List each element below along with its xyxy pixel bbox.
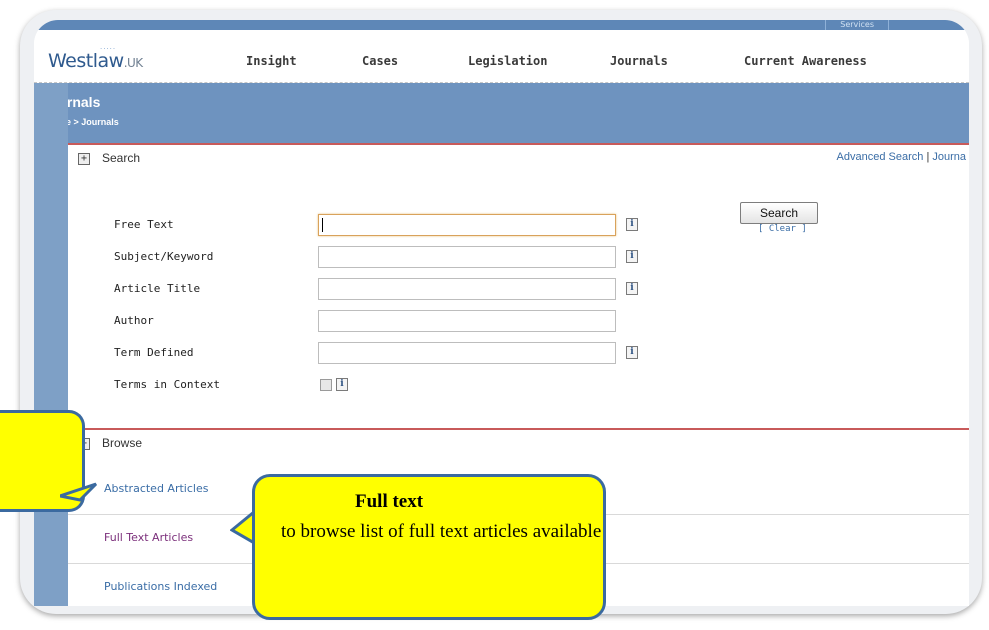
search-button[interactable]: Search: [740, 202, 818, 224]
subject-keyword-input[interactable]: [318, 246, 616, 268]
callout-body: to browse list of full text articles ava…: [281, 521, 602, 542]
term-defined-label: Term Defined: [114, 346, 194, 359]
search-form: Free Text i Subject/Keyword i Article Ti…: [68, 178, 969, 428]
abstracted-articles-link[interactable]: Abstracted Articles: [104, 482, 208, 495]
browse-header-row: + Browse: [68, 430, 969, 458]
publications-indexed-link[interactable]: Publications Indexed: [104, 580, 217, 593]
terms-in-context-checkbox[interactable]: [320, 379, 332, 391]
main-navigation: ····· Westlaw.UK Insight Cases Legislati…: [34, 30, 969, 90]
journals-link[interactable]: Journa: [932, 151, 966, 163]
expand-icon[interactable]: +: [78, 153, 90, 165]
full-text-articles-link[interactable]: Full Text Articles: [104, 531, 193, 544]
advanced-search-link[interactable]: Advanced Search: [837, 151, 924, 163]
top-strip: Services: [34, 20, 969, 30]
logo-suffix: .UK: [123, 56, 143, 70]
free-text-label: Free Text: [114, 218, 174, 231]
browse-section-header: + Browse: [68, 428, 969, 467]
article-title-label: Article Title: [114, 282, 201, 295]
left-sidebar: [34, 83, 68, 606]
westlaw-logo[interactable]: Westlaw.UK: [48, 50, 143, 72]
tab-insight[interactable]: Insight: [246, 54, 297, 68]
info-icon[interactable]: i: [626, 346, 638, 359]
search-header-row: + Search Advanced Search | Journa: [68, 145, 969, 173]
tab-journals[interactable]: Journals: [610, 54, 668, 68]
services-link[interactable]: Services: [825, 20, 889, 30]
tab-cases[interactable]: Cases: [362, 54, 398, 68]
subject-keyword-label: Subject/Keyword: [114, 250, 214, 263]
advanced-search-links: Advanced Search | Journa: [837, 151, 966, 163]
text-caret: [322, 218, 323, 232]
full-text-callout: Full text to browse list of full text ar…: [230, 474, 610, 620]
info-icon[interactable]: i: [626, 250, 638, 263]
info-icon[interactable]: i: [626, 282, 638, 295]
article-title-input[interactable]: [318, 278, 616, 300]
info-icon[interactable]: i: [336, 378, 348, 391]
logo-text: Westlaw: [48, 50, 124, 72]
search-section-label: Search: [102, 151, 141, 165]
callout-title: Full text: [355, 491, 424, 512]
terms-in-context-label: Terms in Context: [114, 378, 220, 391]
clear-link[interactable]: [ Clear ]: [758, 224, 807, 234]
callout-box: Full text to browse list of full text ar…: [252, 474, 606, 620]
tab-legislation[interactable]: Legislation: [468, 54, 547, 68]
page-title-band: Journals Home > Journals: [34, 83, 969, 143]
callout-pointer-left: [60, 482, 98, 502]
free-text-input[interactable]: [318, 214, 616, 236]
browse-section-label: Browse: [102, 436, 143, 450]
info-icon[interactable]: i: [626, 218, 638, 231]
author-label: Author: [114, 314, 154, 327]
tab-current-awareness[interactable]: Current Awareness: [744, 54, 867, 68]
author-input[interactable]: [318, 310, 616, 332]
term-defined-input[interactable]: [318, 342, 616, 364]
search-section-header: + Search Advanced Search | Journa: [68, 143, 969, 180]
